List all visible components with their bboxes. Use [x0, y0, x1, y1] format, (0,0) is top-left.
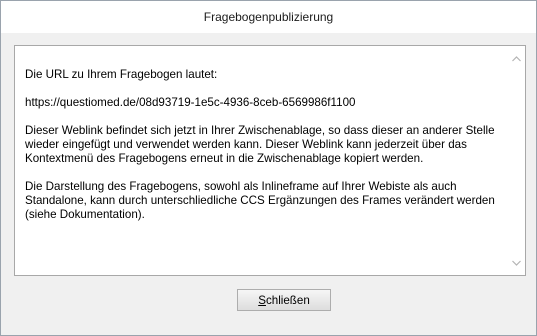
close-button-mnemonic: S [258, 293, 266, 307]
message-paragraph-display: Die Darstellung des Fragebogens, sowohl … [25, 180, 495, 221]
dialog-window: Fragebogenpublizierung Die URL zu Ihrem … [0, 0, 537, 336]
window-title: Fragebogenpublizierung [203, 10, 334, 24]
questionnaire-url: https://questiomed.de/08d93719-1e5c-4936… [25, 96, 356, 109]
message-text: Die URL zu Ihrem Fragebogen lautet: http… [25, 68, 507, 236]
close-button[interactable]: Schließen [237, 289, 331, 311]
message-textbox[interactable]: Die URL zu Ihrem Fragebogen lautet: http… [14, 45, 526, 276]
close-button-label: chließen [265, 293, 310, 307]
message-paragraph-intro: Die URL zu Ihrem Fragebogen lautet: [25, 68, 218, 81]
title-bar[interactable]: Fragebogenpublizierung [1, 1, 536, 33]
chevron-up-icon[interactable] [508, 50, 525, 67]
vertical-scrollbar[interactable] [508, 46, 525, 275]
chevron-down-icon[interactable] [508, 254, 525, 271]
message-paragraph-clipboard: Dieser Weblink befindet sich jetzt in Ih… [25, 124, 495, 165]
